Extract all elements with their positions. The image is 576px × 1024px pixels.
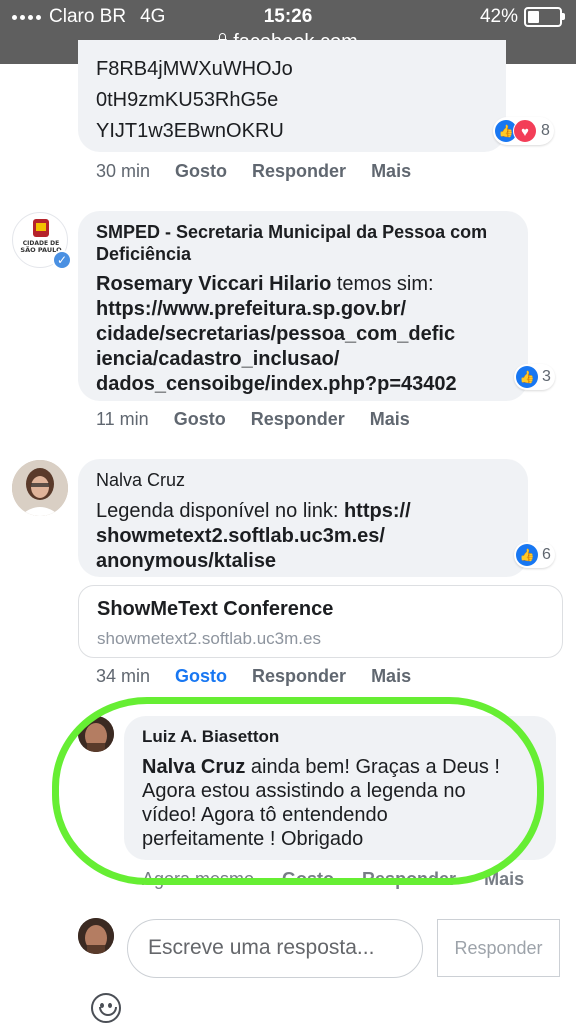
highlight-ellipse xyxy=(52,697,544,885)
reaction-summary[interactable]: 👍 3 xyxy=(514,364,555,390)
verified-badge-icon: ✓ xyxy=(52,250,72,270)
comment-time: 34 min xyxy=(96,666,151,686)
comment-bubble: SMPED - Secretaria Municipal da Pessoa c… xyxy=(78,211,528,401)
more-button[interactable]: Mais xyxy=(370,409,410,430)
link-preview-domain: showmetext2.softlab.uc3m.es xyxy=(97,629,321,648)
composer-avatar xyxy=(78,918,114,954)
mention-link[interactable]: Rosemary Viccari Hilario xyxy=(96,273,331,295)
link-preview-title: ShowMeText Conference xyxy=(97,598,334,620)
avatar[interactable] xyxy=(12,460,68,516)
more-button[interactable]: Mais xyxy=(371,161,411,182)
battery-percent: 42% xyxy=(479,6,518,27)
comment-time: 30 min xyxy=(96,161,151,181)
link-preview-card[interactable]: ShowMeText Conference showmetext2.softla… xyxy=(78,585,563,658)
reaction-count: 3 xyxy=(542,368,551,385)
more-button[interactable]: Mais xyxy=(371,666,411,687)
reply-input[interactable]: Escreve uma resposta... xyxy=(127,919,423,978)
comment-actions: 11 min Gosto Responder Mais xyxy=(96,409,435,430)
reaction-count: 6 xyxy=(542,546,551,563)
like-icon: 👍 xyxy=(516,366,538,388)
reply-button[interactable]: Responder xyxy=(251,409,345,430)
reply-submit-button[interactable]: Responder xyxy=(437,919,560,977)
comment-text: F8RB4jMWXuWHOJo 0tH9zmKU53RhG5e YIJT1w3E… xyxy=(96,58,293,142)
url-link[interactable]: https://www.prefeitura.sp.gov.br/ cidade… xyxy=(96,298,457,395)
comment-author[interactable]: Nalva Cruz xyxy=(96,469,510,491)
love-icon: ♥ xyxy=(513,119,537,143)
comment-bubble: F8RB4jMWXuWHOJo 0tH9zmKU53RhG5e YIJT1w3E… xyxy=(78,40,506,152)
comment-time: 11 min xyxy=(96,409,149,429)
like-button[interactable]: Gosto xyxy=(174,409,226,430)
battery-info: 42% xyxy=(479,6,565,28)
comment-text: Rosemary Viccari Hilario temos sim: https… xyxy=(96,272,510,397)
like-icon: 👍 xyxy=(516,544,538,566)
comment-bubble: Nalva Cruz Legenda disponível no link: h… xyxy=(78,459,528,577)
reaction-count: 8 xyxy=(541,122,550,139)
reaction-summary[interactable]: 👍 6 xyxy=(514,542,555,568)
comment-actions: 30 min Gosto Responder Mais xyxy=(96,161,436,182)
comment-author[interactable]: SMPED - Secretaria Municipal da Pessoa c… xyxy=(96,221,510,265)
battery-icon xyxy=(524,7,565,27)
reply-button[interactable]: Responder xyxy=(252,161,346,182)
comment-text: Legenda disponível no link: https:// sho… xyxy=(96,499,510,574)
comment-text-body: Legenda disponível no link: xyxy=(96,500,344,522)
reaction-summary[interactable]: 👍 ♥ 8 xyxy=(493,117,554,145)
comment-text-body: temos sim: xyxy=(331,273,434,295)
reply-button[interactable]: Responder xyxy=(252,666,346,687)
profile-photo-icon xyxy=(12,460,68,516)
emoji-icon[interactable] xyxy=(91,993,121,1023)
like-button[interactable]: Gosto xyxy=(175,161,227,182)
comment-actions: 34 min Gosto Responder Mais xyxy=(96,666,436,687)
profile-photo-icon xyxy=(78,918,114,954)
like-button[interactable]: Gosto xyxy=(175,666,227,687)
